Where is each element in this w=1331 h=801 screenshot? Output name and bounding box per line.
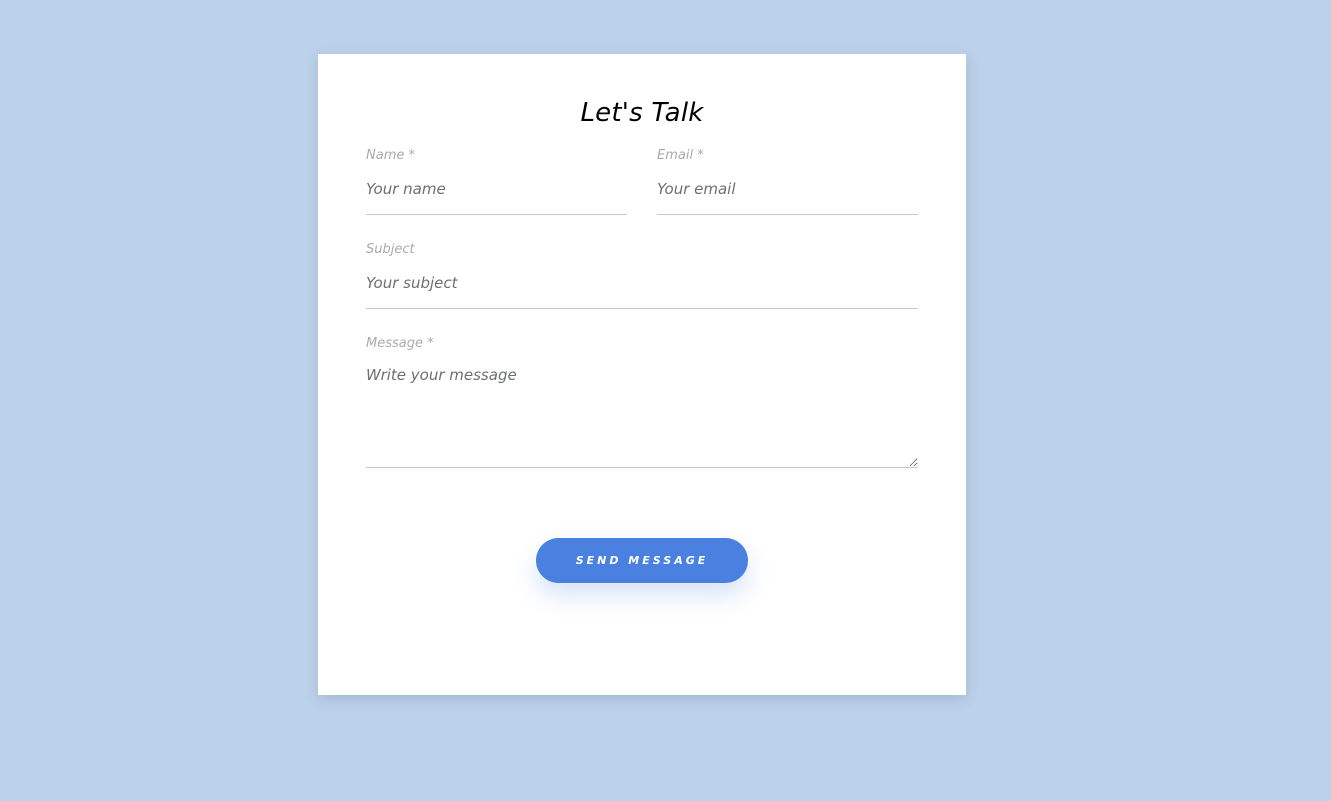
form-title: Let's Talk (580, 98, 704, 128)
subject-field-group: Subject (366, 242, 918, 309)
subject-input[interactable] (366, 258, 918, 309)
message-label: Message * (366, 336, 434, 351)
name-input[interactable] (366, 164, 627, 215)
name-field-group: Name * (366, 148, 627, 215)
email-label: Email * (657, 148, 704, 163)
email-field-group: Email * (657, 148, 918, 215)
name-label: Name * (366, 148, 415, 163)
message-textarea[interactable] (366, 366, 918, 468)
email-input[interactable] (657, 164, 918, 215)
subject-label: Subject (366, 242, 415, 257)
contact-form-card: Let's Talk Name * Email * Subject Messag… (318, 54, 966, 695)
send-message-button[interactable]: SEND MESSAGE (536, 538, 748, 583)
message-field-group: Message * (366, 336, 918, 468)
